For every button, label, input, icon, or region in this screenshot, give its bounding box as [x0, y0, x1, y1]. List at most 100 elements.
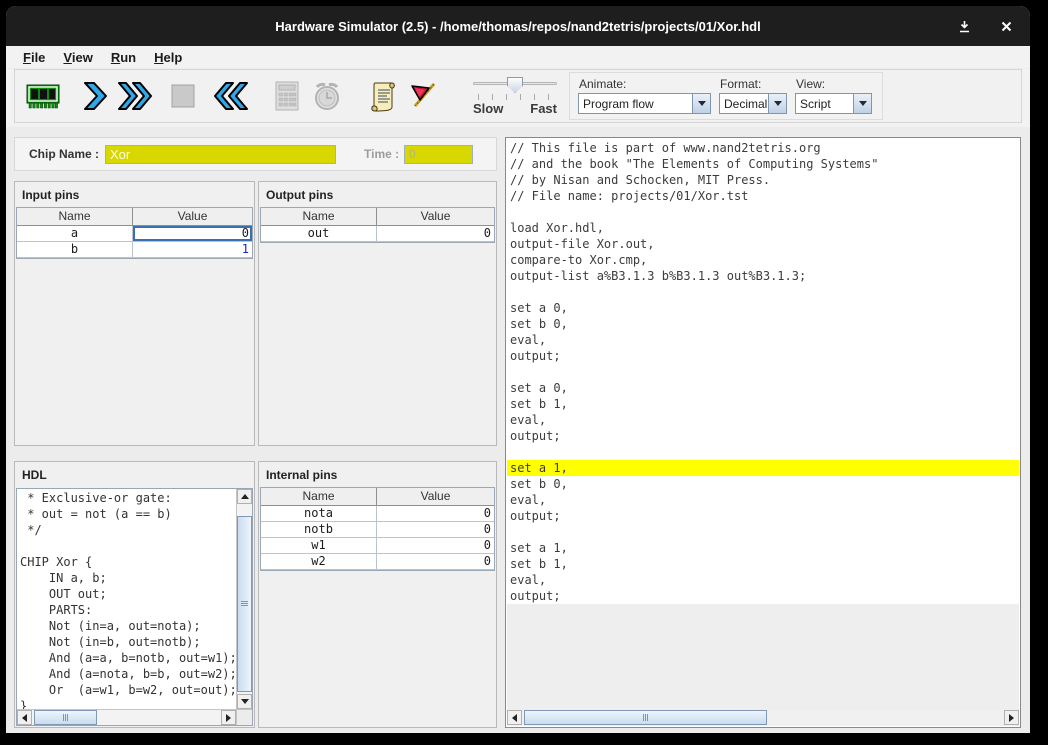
- arrow-left-icon: [22, 714, 27, 722]
- reset-button[interactable]: [211, 73, 251, 119]
- scroll-right-button[interactable]: [1004, 710, 1019, 725]
- clock-button[interactable]: [307, 73, 347, 119]
- menu-run[interactable]: Run: [102, 48, 145, 68]
- script-line: output;: [507, 508, 1019, 524]
- scroll-left-button[interactable]: [17, 710, 32, 725]
- menu-help[interactable]: Help: [145, 48, 191, 68]
- toolbar-box: Slow Fast Animate: Program flow Format: …: [14, 69, 1022, 123]
- pin-value-cell: 0: [377, 554, 494, 569]
- pin-row: b 1: [17, 242, 252, 258]
- pin-name: out: [261, 226, 377, 241]
- hdl-code-line: * out = not (a == b): [20, 506, 236, 522]
- script-line: set b 0,: [507, 476, 1019, 492]
- hdl-vertical-scrollbar[interactable]: [236, 489, 252, 709]
- toolbar: Slow Fast Animate: Program flow Format: …: [6, 69, 1030, 127]
- output-pins-table: Name Value out 0: [260, 207, 495, 243]
- app-window: Hardware Simulator (2.5) - /home/thomas/…: [6, 6, 1030, 733]
- chip-name-bar: Chip Name : Xor Time : 0: [14, 137, 497, 171]
- horizontal-scroll-thumb[interactable]: [34, 710, 97, 725]
- menu-file[interactable]: File: [14, 48, 54, 68]
- internal-pins-table: Name Value nota 0 notb 0: [260, 487, 495, 571]
- close-button[interactable]: [998, 18, 1014, 34]
- name-column-header: Name: [261, 208, 377, 225]
- slider-thumb[interactable]: [507, 77, 523, 93]
- scroll-up-button[interactable]: [237, 489, 252, 504]
- input-pins-title: Input pins: [15, 182, 254, 207]
- slider-track[interactable]: [473, 76, 557, 93]
- stop-button[interactable]: [163, 73, 203, 119]
- arrow-up-icon: [241, 494, 249, 499]
- script-line: output-list a%B3.1.3 b%B3.1.3 out%B3.1.3…: [507, 268, 1019, 284]
- script-line: set a 0,: [507, 380, 1019, 396]
- hdl-code-line: Not (in=b, out=notb);: [20, 634, 236, 650]
- minimize-button[interactable]: [956, 18, 972, 34]
- hdl-code-line: */: [20, 522, 236, 538]
- view-combobox[interactable]: Script: [795, 93, 872, 114]
- close-icon: [1001, 21, 1012, 32]
- single-step-button[interactable]: [75, 73, 115, 119]
- arrow-right-icon: [226, 714, 231, 722]
- pin-value-cell[interactable]: 0: [133, 226, 252, 241]
- menu-view[interactable]: View: [54, 48, 101, 68]
- chevron-down-icon[interactable]: [692, 94, 710, 113]
- vertical-scroll-thumb[interactable]: [237, 516, 252, 692]
- script-line: set b 1,: [507, 396, 1019, 412]
- slider-labels: Slow Fast: [473, 101, 557, 116]
- hdl-code-line: Or (a=w1, b=w2, out=out);: [20, 682, 236, 698]
- scroll-left-button[interactable]: [507, 710, 522, 725]
- pin-value-cell[interactable]: 1: [133, 242, 252, 257]
- script-horizontal-scrollbar[interactable]: [507, 710, 1019, 726]
- pin-row: a 0: [17, 226, 252, 242]
- pin-row: out 0: [261, 226, 494, 242]
- script-line: // This file is part of www.nand2tetris.…: [507, 140, 1019, 156]
- hdl-code-area[interactable]: * Exclusive-or gate: * out = not (a == b…: [16, 488, 253, 726]
- script-line: eval,: [507, 412, 1019, 428]
- fast-label: Fast: [530, 101, 557, 116]
- script-line: load Xor.hdl,: [507, 220, 1019, 236]
- hdl-code-view: * Exclusive-or gate: * out = not (a == b…: [17, 489, 236, 709]
- fast-forward-icon: [117, 81, 153, 111]
- hdl-code-line: CHIP Xor {: [20, 554, 236, 570]
- animate-combobox[interactable]: Program flow: [578, 93, 711, 114]
- load-script-button[interactable]: [363, 73, 403, 119]
- pin-name: a: [17, 226, 133, 241]
- scroll-down-button[interactable]: [237, 694, 252, 709]
- chip-name-field[interactable]: Xor: [105, 145, 336, 164]
- script-line: output;: [507, 588, 1019, 604]
- scrollbar-corner: [236, 709, 252, 725]
- animate-dropdown: Animate: Program flow: [578, 75, 711, 119]
- time-label: Time :: [364, 147, 399, 161]
- scroll-icon: [368, 80, 398, 112]
- step-forward-icon: [82, 81, 108, 111]
- stop-icon: [170, 83, 196, 109]
- value-column-header: Value: [133, 208, 252, 225]
- hdl-code-line: OUT out;: [20, 586, 236, 602]
- run-button[interactable]: [115, 73, 155, 119]
- table-header: Name Value: [17, 208, 252, 226]
- internal-pins-title: Internal pins: [259, 462, 496, 487]
- scroll-right-button[interactable]: [221, 710, 236, 725]
- hdl-code-line: And (a=nota, b=b, out=w2);: [20, 666, 236, 682]
- calculator-icon: [273, 80, 301, 112]
- arrow-left-icon: [512, 714, 517, 722]
- script-line: // by Nisan and Schocken, MIT Press.: [507, 172, 1019, 188]
- format-dropdown: Format: Decimal: [719, 75, 787, 119]
- chevron-down-icon[interactable]: [853, 94, 871, 113]
- pin-name: w2: [261, 554, 377, 569]
- script-line: set b 0,: [507, 316, 1019, 332]
- script-line: output;: [507, 348, 1019, 364]
- format-combobox[interactable]: Decimal: [719, 93, 787, 114]
- view-label: View:: [795, 75, 872, 91]
- script-line: [507, 204, 1019, 220]
- hdl-horizontal-scrollbar[interactable]: [17, 709, 236, 725]
- script-line: set a 1,: [507, 540, 1019, 556]
- calculator-button[interactable]: [267, 73, 307, 119]
- horizontal-scroll-thumb[interactable]: [524, 710, 767, 725]
- input-pins-table: Name Value a 0 b 1: [16, 207, 253, 259]
- breakpoints-button[interactable]: [403, 73, 443, 119]
- chevron-down-icon[interactable]: [768, 94, 786, 113]
- pin-value-cell: 0: [377, 538, 494, 553]
- load-chip-button[interactable]: [23, 73, 63, 119]
- script-line: output;: [507, 428, 1019, 444]
- script-view[interactable]: // This file is part of www.nand2tetris.…: [507, 139, 1019, 710]
